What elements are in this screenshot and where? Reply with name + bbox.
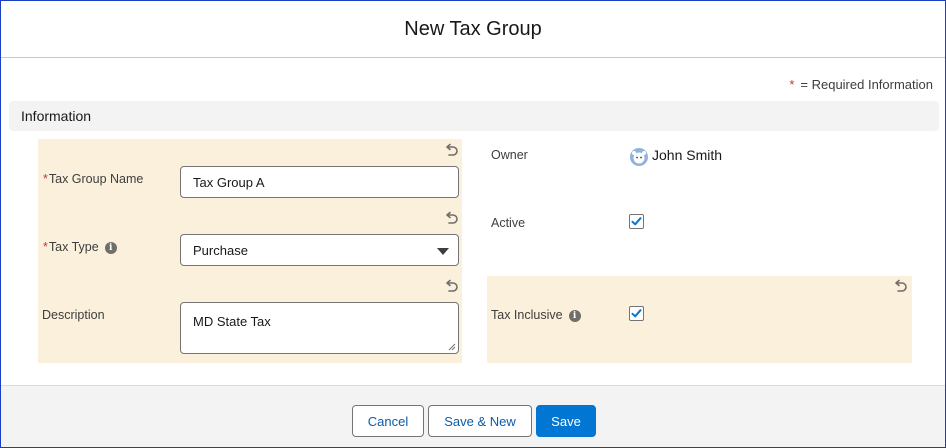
tax-type-select[interactable]: Purchase bbox=[180, 234, 459, 266]
undo-icon[interactable] bbox=[443, 143, 459, 159]
undo-icon[interactable] bbox=[443, 211, 459, 227]
checkmark-icon bbox=[631, 217, 642, 226]
undo-icon[interactable] bbox=[443, 279, 459, 295]
section-header-information[interactable]: Information bbox=[9, 101, 939, 131]
new-tax-group-modal: New Tax Group * = Required Information In… bbox=[0, 0, 946, 448]
resize-handle-icon[interactable] bbox=[448, 343, 456, 351]
modal-header: New Tax Group bbox=[1, 1, 945, 58]
active-label: Active bbox=[491, 216, 526, 230]
required-information-text: = Required Information bbox=[800, 77, 933, 92]
info-icon[interactable]: i bbox=[568, 309, 581, 322]
save-button[interactable]: Save bbox=[536, 405, 596, 437]
undo-icon[interactable] bbox=[892, 279, 908, 295]
tax-inclusive-checkbox[interactable] bbox=[629, 306, 644, 321]
tax-type-value: Purchase bbox=[193, 242, 248, 258]
tax-group-name-value: Tax Group A bbox=[193, 174, 265, 190]
section-title: Information bbox=[21, 108, 92, 124]
description-label: Description bbox=[42, 308, 105, 322]
info-icon[interactable]: i bbox=[104, 241, 117, 254]
chevron-down-icon bbox=[437, 248, 449, 255]
owner-label: Owner bbox=[491, 148, 528, 162]
required-asterisk: * bbox=[43, 240, 48, 254]
tax-type-label-text: Tax Type bbox=[48, 240, 99, 254]
tax-inclusive-label: Tax Inclusive i bbox=[491, 308, 581, 322]
required-asterisk: * bbox=[43, 172, 48, 186]
save-and-new-button[interactable]: Save & New bbox=[428, 405, 532, 437]
tax-group-name-label-text: Tax Group Name bbox=[48, 172, 144, 186]
cancel-button[interactable]: Cancel bbox=[352, 405, 424, 437]
modal-title: New Tax Group bbox=[404, 17, 542, 40]
owner-link[interactable]: John Smith bbox=[652, 147, 722, 163]
checkmark-icon bbox=[631, 309, 642, 318]
user-avatar-icon bbox=[630, 148, 648, 166]
modal-footer: Cancel Save & New Save bbox=[1, 385, 945, 447]
required-information-legend: * = Required Information bbox=[789, 77, 933, 92]
tax-group-name-label: *Tax Group Name bbox=[43, 172, 143, 186]
required-marker: * bbox=[789, 77, 795, 92]
tax-inclusive-label-text: Tax Inclusive bbox=[491, 308, 563, 322]
tax-type-label: *Tax Type i bbox=[43, 240, 117, 254]
description-value: MD State Tax bbox=[193, 314, 271, 329]
tax-group-name-input[interactable]: Tax Group A bbox=[180, 166, 459, 198]
active-checkbox[interactable] bbox=[629, 214, 644, 229]
description-textarea[interactable]: MD State Tax bbox=[180, 302, 459, 354]
